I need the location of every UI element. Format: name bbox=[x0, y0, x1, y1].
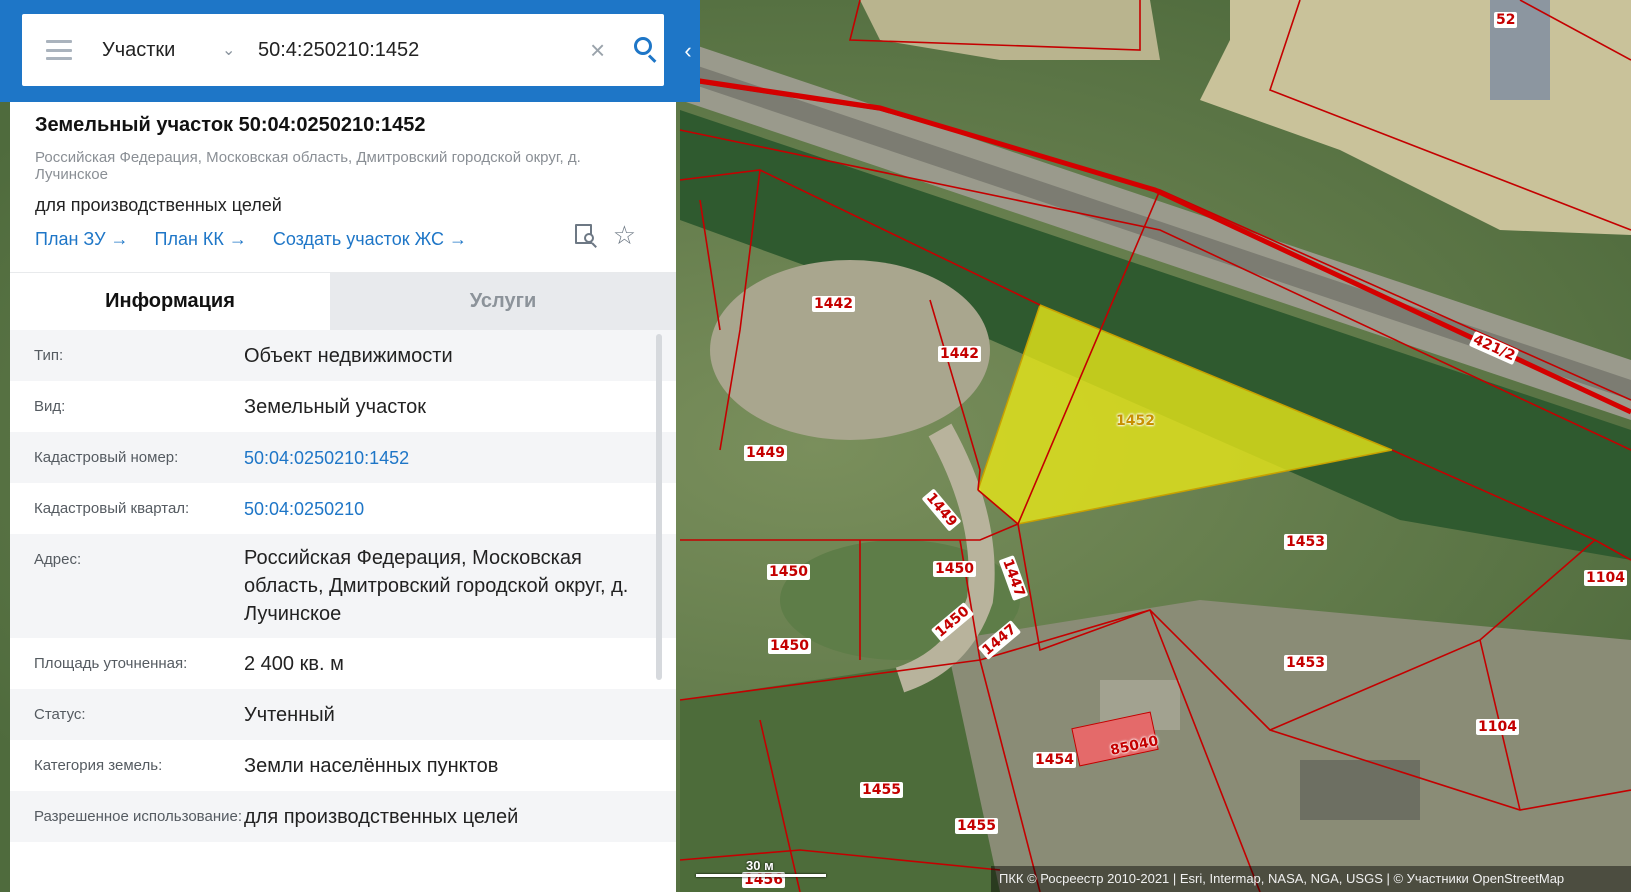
map-scale: 30 м bbox=[688, 858, 828, 880]
info-row-kind: Вид: Земельный участок bbox=[10, 381, 676, 432]
search-bar: Участки ⌄ × ‹ bbox=[0, 0, 700, 102]
info-label: Кадастровый квартал: bbox=[34, 499, 190, 517]
info-value: для производственных целей bbox=[244, 805, 519, 828]
parcel-label[interactable]: 1449 bbox=[744, 445, 787, 461]
info-row-usage: Разрешенное использование: для производс… bbox=[10, 791, 676, 842]
star-icon[interactable]: ☆ bbox=[613, 222, 636, 248]
selected-parcel-label[interactable]: 1452 bbox=[1114, 413, 1157, 429]
info-value: Земли населённых пунктов bbox=[244, 754, 499, 777]
map-attribution: ПКК © Росреестр 2010-2021 | Esri, Interm… bbox=[991, 866, 1631, 892]
info-value: Объект недвижимости bbox=[244, 344, 453, 367]
layer-select[interactable]: Участки bbox=[102, 39, 222, 62]
info-row-area: Площадь уточненная: 2 400 кв. м bbox=[10, 638, 676, 689]
card-address: Российская Федерация, Московская область… bbox=[35, 149, 581, 183]
info-row-cadastral-block: Кадастровый квартал: 50:04:0250210 bbox=[10, 483, 676, 534]
app-root: 52 1442 1442 1452 421/2 1449 1449 1450 1… bbox=[0, 0, 1631, 892]
scale-label: 30 м bbox=[746, 858, 774, 873]
cadastral-number-link[interactable]: 50:04:0250210:1452 bbox=[244, 434, 644, 482]
side-panel: Участки ⌄ × ‹ Земельный участок 50:04:02… bbox=[0, 0, 700, 892]
card-purpose: для производственных целей bbox=[35, 195, 282, 215]
create-zhs-link[interactable]: Создать участок ЖС → bbox=[273, 229, 467, 250]
cadastral-block-link[interactable]: 50:04:0250210 bbox=[244, 485, 644, 533]
search-input[interactable] bbox=[258, 38, 578, 62]
info-row-status: Статус: Учтенный bbox=[10, 689, 676, 740]
parcel-label[interactable]: 1442 bbox=[812, 296, 855, 312]
search-box: Участки ⌄ × bbox=[22, 14, 664, 86]
info-value: Учтенный bbox=[244, 703, 335, 726]
plan-kk-link[interactable]: План КК → bbox=[155, 229, 247, 250]
info-label: Разрешенное использование: bbox=[34, 807, 242, 825]
tabs: Информация Услуги bbox=[10, 272, 676, 330]
parcel-label[interactable]: 1454 bbox=[1033, 752, 1076, 768]
parcel-label[interactable]: 1104 bbox=[1476, 719, 1519, 735]
parcel-label[interactable]: 1104 bbox=[1584, 570, 1627, 586]
info-label: Адрес: bbox=[34, 551, 82, 568]
parcel-label[interactable]: 1450 bbox=[933, 561, 976, 577]
plan-zu-link[interactable]: План ЗУ → bbox=[35, 229, 129, 250]
card-title: Земельный участок 50:04:0250210:1452 bbox=[35, 114, 426, 136]
parcel-label[interactable]: 52 bbox=[1494, 12, 1518, 28]
info-row-cadastral-number: Кадастровый номер: 50:04:0250210:1452 bbox=[10, 432, 676, 483]
info-value: 2 400 кв. м bbox=[244, 652, 344, 675]
info-value: Российская Федерация, Московская область… bbox=[244, 547, 629, 625]
info-row-address: Адрес: Российская Федерация, Московская … bbox=[10, 534, 676, 638]
tab-information[interactable]: Информация bbox=[10, 273, 330, 330]
card-header: Земельный участок 50:04:0250210:1452 Рос… bbox=[10, 102, 676, 272]
info-label: Категория земель: bbox=[34, 756, 163, 774]
scale-bar bbox=[696, 874, 826, 877]
info-value: Земельный участок bbox=[244, 395, 427, 418]
card-actions: ☆ bbox=[573, 222, 636, 248]
parcel-card: Земельный участок 50:04:0250210:1452 Рос… bbox=[10, 102, 676, 892]
tab-services[interactable]: Услуги bbox=[330, 273, 676, 330]
collapse-panel-button[interactable]: ‹ bbox=[676, 14, 700, 88]
info-table: Тип: Объект недвижимости Вид: Земельный … bbox=[10, 330, 676, 842]
chevron-down-icon[interactable]: ⌄ bbox=[222, 40, 252, 60]
search-icon[interactable] bbox=[632, 36, 660, 64]
document-search-icon[interactable] bbox=[573, 222, 599, 248]
parcel-label[interactable]: 1455 bbox=[860, 782, 903, 798]
parcel-label[interactable]: 1450 bbox=[768, 638, 811, 654]
clear-icon[interactable]: × bbox=[590, 35, 614, 66]
info-label: Тип: bbox=[34, 346, 64, 364]
parcel-label[interactable]: 1450 bbox=[767, 564, 810, 580]
scrollbar[interactable] bbox=[656, 334, 662, 680]
parcel-label[interactable]: 1453 bbox=[1284, 655, 1327, 671]
info-label: Площадь уточненная: bbox=[34, 654, 188, 672]
parcel-label[interactable]: 1442 bbox=[938, 346, 981, 362]
info-label: Кадастровый номер: bbox=[34, 448, 179, 466]
parcel-label[interactable]: 1455 bbox=[955, 818, 998, 834]
info-row-category: Категория земель: Земли населённых пункт… bbox=[10, 740, 676, 791]
info-label: Вид: bbox=[34, 397, 66, 415]
info-label: Статус: bbox=[34, 705, 86, 723]
info-row-type: Тип: Объект недвижимости bbox=[10, 330, 676, 381]
parcel-label[interactable]: 1453 bbox=[1284, 534, 1327, 550]
menu-icon[interactable] bbox=[46, 40, 72, 60]
